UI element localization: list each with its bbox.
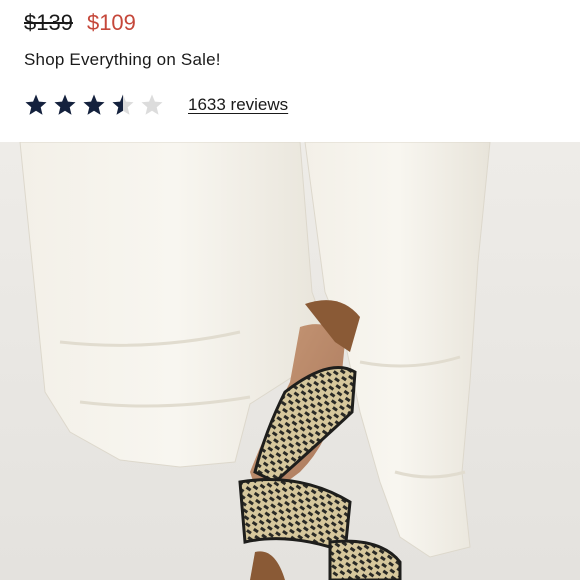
rating-row: 1633 reviews bbox=[24, 92, 288, 118]
star-filled-icon bbox=[54, 94, 76, 115]
reviews-link[interactable]: 1633 reviews bbox=[188, 95, 288, 115]
product-image[interactable] bbox=[0, 142, 580, 580]
product-detail-page: $139 $109 Shop Everything on Sale! 1633 … bbox=[0, 0, 580, 580]
star-filled-icon bbox=[83, 94, 105, 115]
star-half-icon bbox=[112, 94, 134, 115]
sale-price: $109 bbox=[86, 10, 136, 35]
star-filled-icon bbox=[25, 94, 47, 115]
star-empty-icon bbox=[141, 94, 163, 115]
star-rating[interactable] bbox=[24, 93, 164, 117]
shop-sale-link[interactable]: Shop Everything on Sale! bbox=[24, 50, 221, 70]
product-photo-sandal-icon bbox=[0, 142, 580, 580]
price-row: $139 $109 bbox=[24, 10, 136, 40]
original-price: $139 bbox=[24, 10, 73, 35]
